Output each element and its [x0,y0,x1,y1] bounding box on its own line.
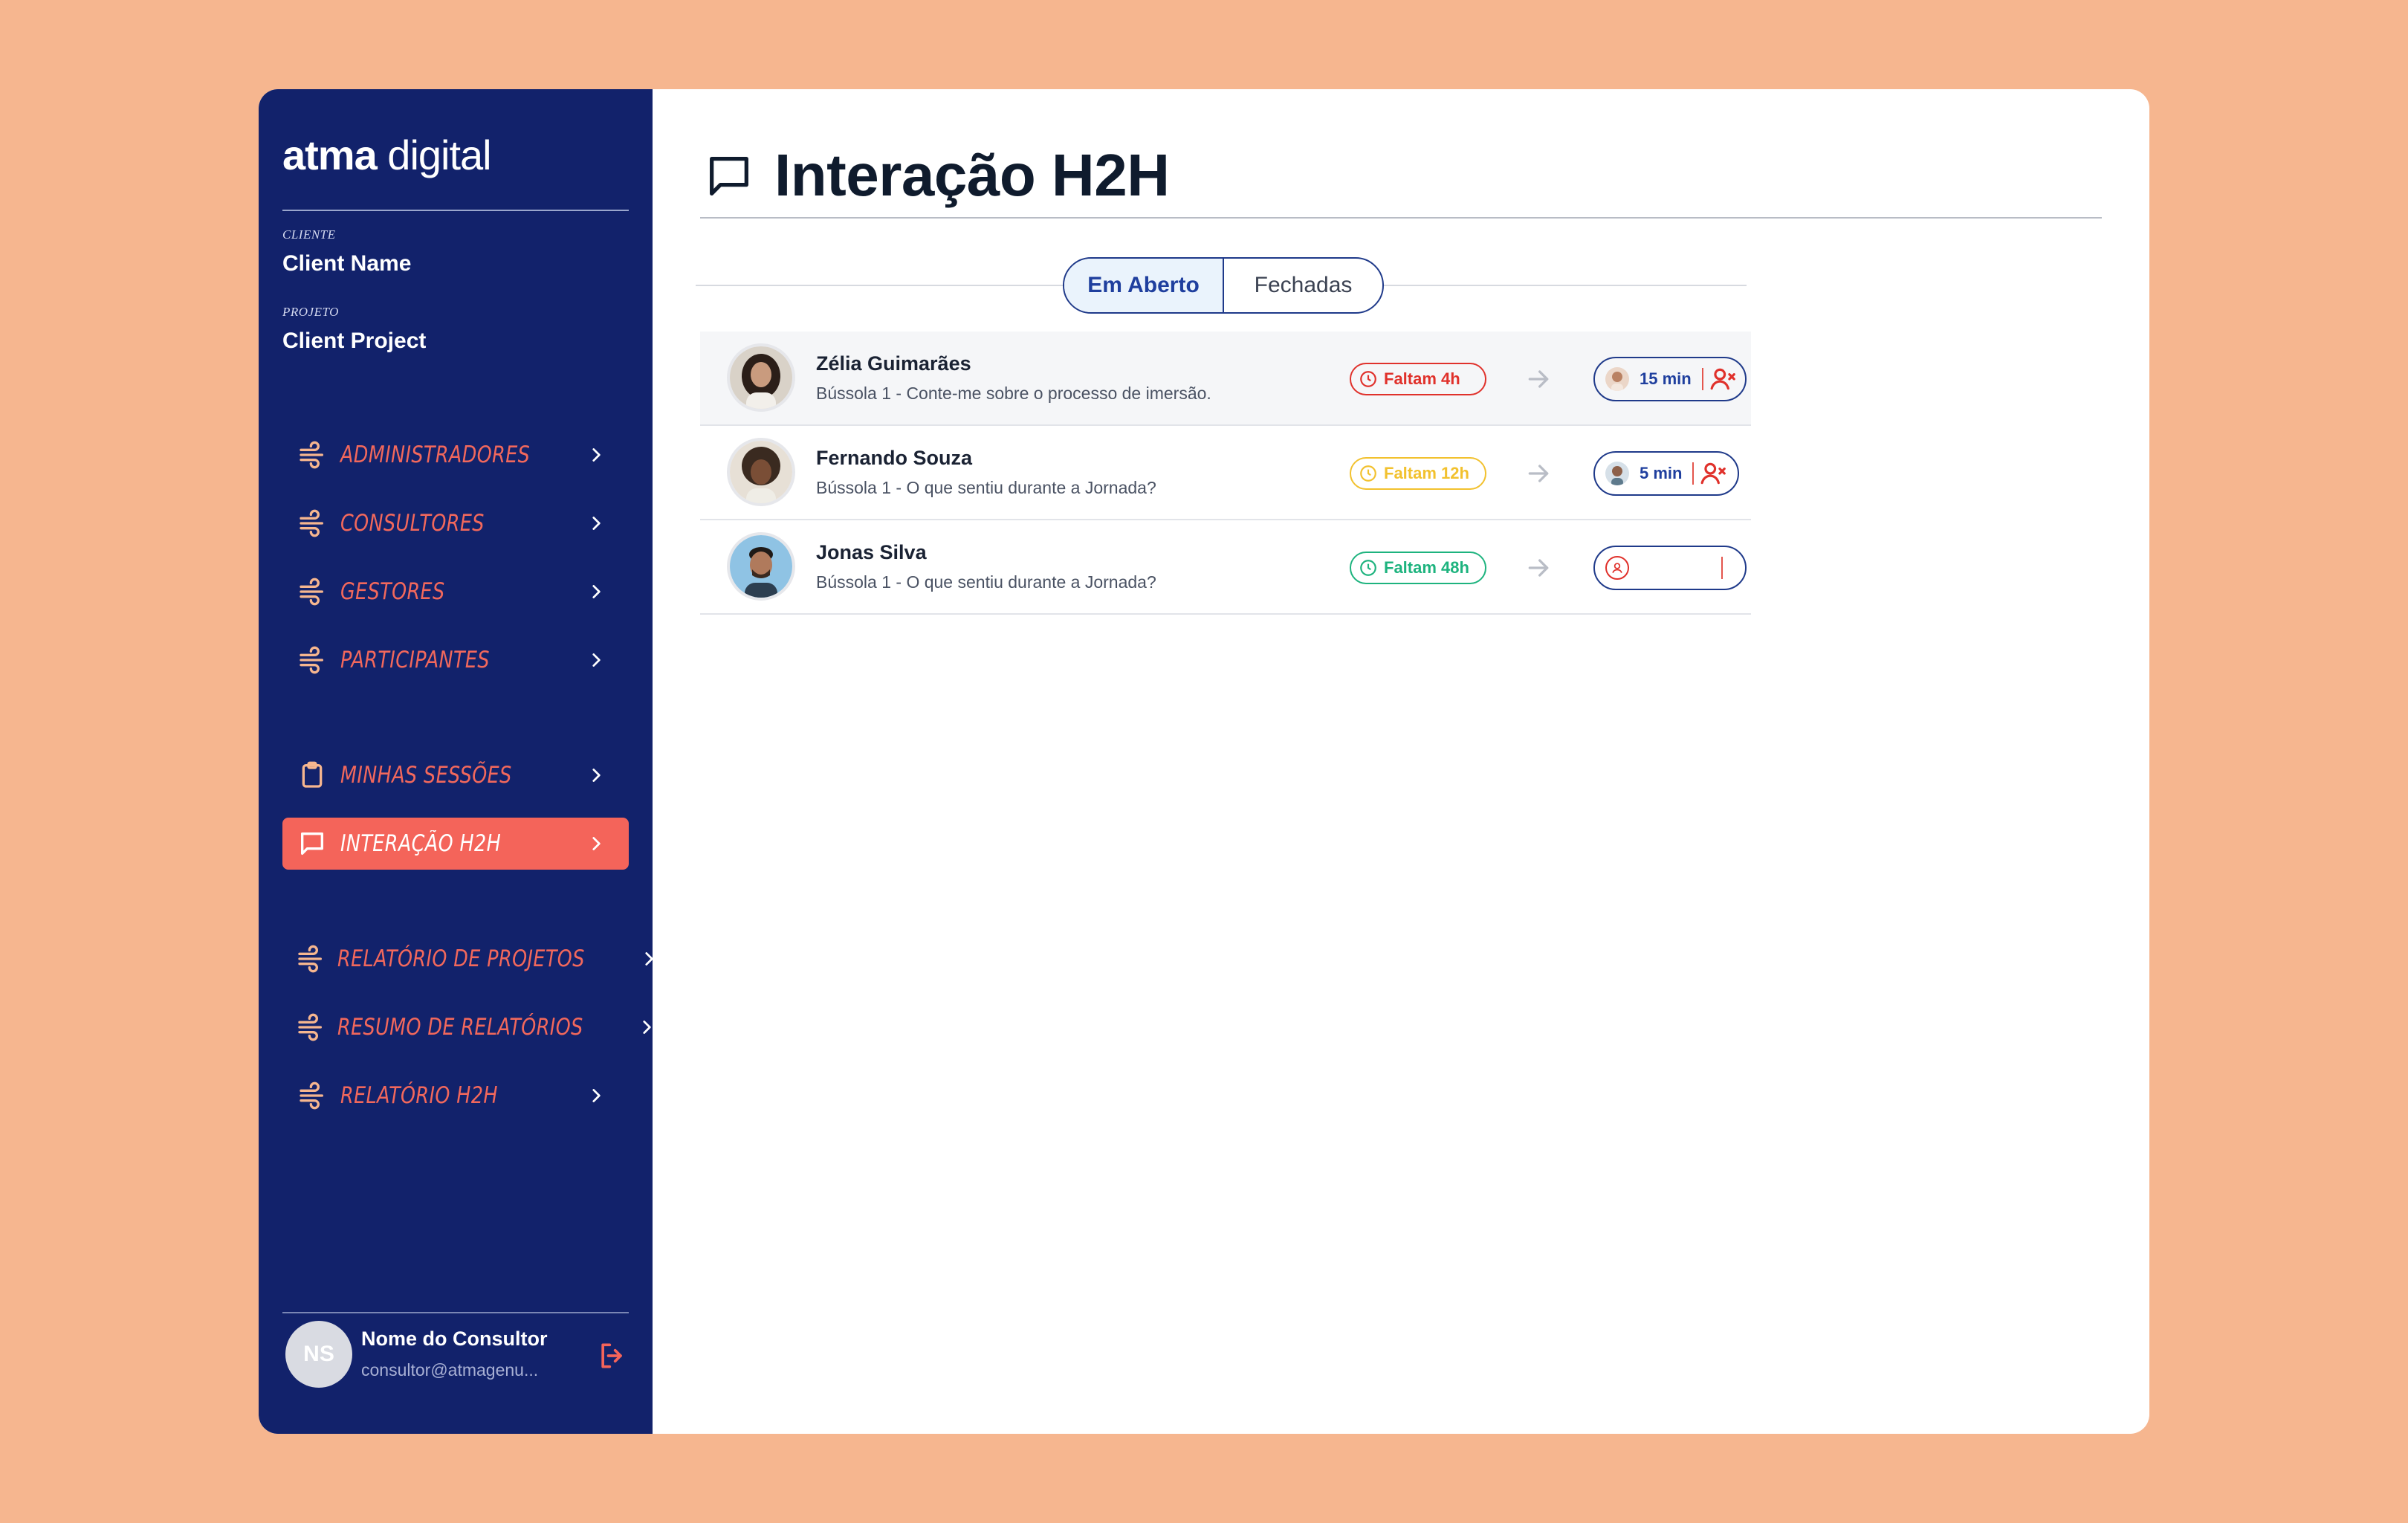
status-badge: Faltam 4h [1350,363,1486,395]
chevron-right-icon [581,1081,611,1110]
sidebar-item-resumo-de-relatorios[interactable]: RESUMO DE RELATÓRIOS [282,1001,651,1053]
wind-icon [296,575,328,608]
consultant-avatar [1605,367,1629,391]
consultant-avatar [1605,462,1629,485]
main-content: Interação H2H Em Aberto Fechadas Zélia G… [653,89,2149,1434]
arrow-right-icon [1524,364,1553,394]
brand-logo: atma digital [282,132,492,178]
chevron-right-icon [581,645,611,675]
divider [1701,368,1703,390]
sidebar-item-label: INTERAÇÃO H2H [340,830,502,857]
sidebar-item-relatorio-de-projetos[interactable]: RELATÓRIO DE PROJETOS [282,933,653,985]
remove-user-icon[interactable] [1709,365,1738,393]
chat-icon [296,827,328,860]
sidebar-item-label: GESTORES [340,578,445,605]
wind-icon [296,439,328,471]
client-name: Client Name [282,251,412,276]
chat-icon [703,150,755,202]
avatar [727,532,795,601]
status-badge: Faltam 48h [1350,552,1486,584]
sidebar-item-label: RELATÓRIO H2H [340,1082,498,1109]
sidebar-item-label: ADMINISTRADORES [340,442,531,468]
sidebar-item-minhas-sessoes[interactable]: MINHAS SESSÕES [282,749,629,801]
user-avatar: NS [285,1321,352,1388]
logout-icon[interactable] [596,1339,629,1372]
client-label: CLIENTE [282,227,336,242]
assign-consultant-button[interactable] [1593,546,1747,590]
avatar [727,343,795,412]
divider [282,1312,629,1313]
question-text: Bússola 1 - Conte-me sobre o processo de… [816,384,1211,403]
chevron-right-icon [581,577,611,607]
assigned-consultant[interactable]: 15 min [1593,357,1747,401]
project-name: Client Project [282,329,427,353]
chevron-right-icon [581,760,611,790]
deadline-label: Faltam 12h [1384,464,1469,482]
sidebar-item-gestores[interactable]: GESTORES [282,566,629,618]
user-email: consultor@atmagenu... [361,1360,539,1380]
arrow-right-icon [1524,459,1553,488]
clock-icon [1359,464,1378,483]
list-item[interactable]: Fernando Souza Bússola 1 - O que sentiu … [700,426,1751,520]
deadline-label: Faltam 48h [1384,558,1469,577]
sidebar-item-participantes[interactable]: PARTICIPANTES [282,634,629,686]
app-window: atma digital CLIENTE Client Name PROJETO… [259,89,2149,1434]
chevron-right-icon [581,440,611,470]
sidebar: atma digital CLIENTE Client Name PROJETO… [259,89,653,1434]
divider [700,217,2102,219]
sidebar-item-consultores[interactable]: CONSULTORES [282,497,629,549]
wind-icon [296,644,328,676]
user-name: Nome do Consultor [361,1328,548,1350]
assigned-consultant[interactable]: 5 min [1593,451,1739,496]
question-text: Bússola 1 - O que sentiu durante a Jorna… [816,572,1156,592]
tab-fechadas[interactable]: Fechadas [1224,259,1382,312]
wind-icon [296,1079,328,1112]
divider [1721,557,1723,579]
arrow-right-icon [1524,553,1553,583]
project-label: PROJETO [282,305,339,319]
sidebar-item-label: PARTICIPANTES [340,647,490,673]
sidebar-item-label: RELATÓRIO DE PROJETOS [337,945,585,972]
status-tabs: Em Aberto Fechadas [1063,257,1384,314]
user-placeholder-icon [1605,556,1629,580]
chevron-right-icon [581,829,611,858]
sidebar-item-relatorio-h2h[interactable]: RELATÓRIO H2H [282,1070,629,1122]
status-badge: Faltam 12h [1350,457,1486,490]
sidebar-item-administradores[interactable]: ADMINISTRADORES [282,429,629,481]
question-text: Bússola 1 - O que sentiu durante a Jorna… [816,478,1156,497]
clock-icon [1359,558,1378,578]
page-title: Interação H2H [774,142,1170,208]
avatar [727,438,795,506]
divider [1692,462,1695,485]
wind-icon [296,1011,326,1044]
remove-user-icon[interactable] [1700,459,1728,488]
clock-icon [1359,369,1378,389]
wind-icon [296,507,328,540]
sidebar-item-label: MINHAS SESSÕES [340,762,512,789]
list-item[interactable]: Zélia Guimarães Bússola 1 - Conte-me sob… [700,332,1751,426]
clipboard-icon [296,759,328,792]
participant-name: Jonas Silva [816,541,927,563]
interaction-list: Zélia Guimarães Bússola 1 - Conte-me sob… [700,332,1751,615]
chevron-right-icon [581,508,611,538]
session-duration: 15 min [1640,369,1692,388]
wind-icon [296,942,326,975]
session-duration: 5 min [1640,464,1683,482]
sidebar-item-label: CONSULTORES [340,510,485,537]
list-item[interactable]: Jonas Silva Bússola 1 - O que sentiu dur… [700,520,1751,615]
participant-name: Fernando Souza [816,447,973,469]
sidebar-item-label: RESUMO DE RELATÓRIOS [337,1014,583,1041]
participant-name: Zélia Guimarães [816,352,971,375]
tab-em-aberto[interactable]: Em Aberto [1064,259,1224,312]
sidebar-item-interacao-h2h[interactable]: INTERAÇÃO H2H [282,818,629,870]
divider [282,210,629,211]
deadline-label: Faltam 4h [1384,369,1460,388]
